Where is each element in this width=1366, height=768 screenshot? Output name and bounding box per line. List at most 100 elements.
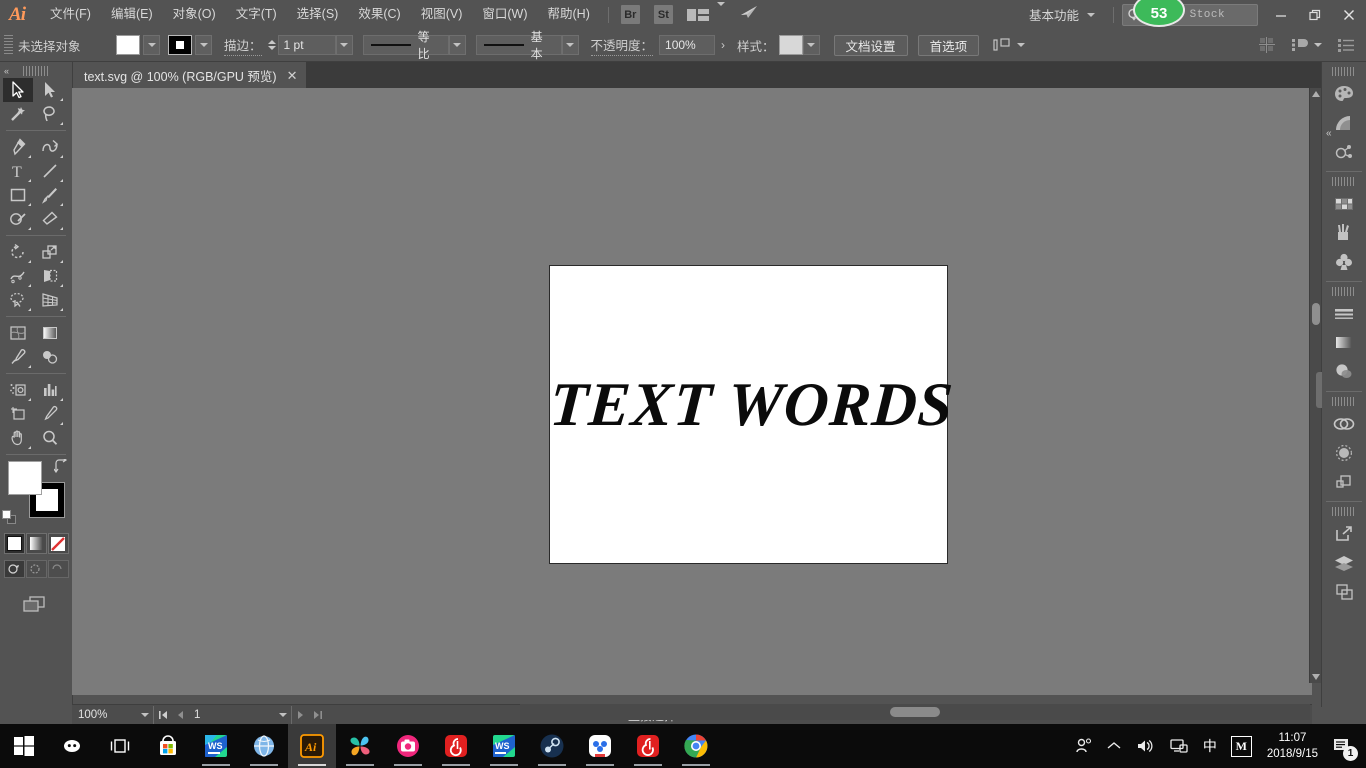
- zoom-level-dropdown[interactable]: [136, 706, 154, 724]
- type-tool[interactable]: T: [3, 159, 33, 183]
- photo-app-taskbar-button[interactable]: [336, 724, 384, 768]
- control-bar-grip[interactable]: [4, 35, 13, 55]
- artboards-panel-icon[interactable]: [1324, 577, 1364, 606]
- align-panel-icon[interactable]: [1324, 467, 1364, 496]
- webstorm-taskbar-button[interactable]: WS: [192, 724, 240, 768]
- artboard-dropdown[interactable]: [274, 706, 292, 724]
- scale-tool[interactable]: [35, 240, 65, 264]
- opacity-label[interactable]: 不透明度：: [590, 35, 654, 56]
- paintbrush-tool[interactable]: [35, 183, 65, 207]
- perspective-grid-tool[interactable]: [35, 288, 65, 312]
- stroke-dropdown[interactable]: [195, 35, 212, 55]
- brush-dropdown[interactable]: [561, 35, 579, 55]
- horizontal-scrollbar[interactable]: [520, 704, 1310, 720]
- menu-view[interactable]: 视图(V): [411, 0, 473, 29]
- paper-plane-icon[interactable]: [739, 4, 759, 25]
- illustrator-taskbar-button[interactable]: Ai: [288, 724, 336, 768]
- next-artboard-icon[interactable]: [292, 706, 309, 724]
- magic-wand-tool[interactable]: [3, 102, 33, 126]
- document-tab[interactable]: text.svg @ 100% (RGB/GPU 预览) ✕: [72, 62, 306, 88]
- menu-type[interactable]: 文字(T): [226, 0, 287, 29]
- cortana-button[interactable]: [48, 724, 96, 768]
- expand-panels-icon[interactable]: «: [1326, 128, 1332, 139]
- symbols-link-panel-icon[interactable]: [1324, 137, 1364, 166]
- style-dropdown[interactable]: [802, 35, 820, 55]
- browser-taskbar-button[interactable]: [240, 724, 288, 768]
- clock[interactable]: 11:07 2018/9/15: [1259, 724, 1326, 768]
- panel-menu-icon[interactable]: [1338, 38, 1354, 52]
- volume-icon[interactable]: [1128, 724, 1162, 768]
- stock-icon[interactable]: St: [653, 5, 673, 24]
- netease-music-taskbar-button[interactable]: [624, 724, 672, 768]
- dock-group-grip-5[interactable]: [1332, 507, 1356, 516]
- menu-select[interactable]: 选择(S): [287, 0, 349, 29]
- stroke-weight-dropdown[interactable]: [335, 35, 353, 55]
- column-graph-tool[interactable]: [35, 378, 65, 402]
- width-tool[interactable]: [3, 264, 33, 288]
- music-app-taskbar-button[interactable]: [432, 724, 480, 768]
- preferences-button[interactable]: 首选项: [917, 34, 980, 56]
- ime-language-icon[interactable]: 中: [1196, 724, 1224, 768]
- eyedropper-tool[interactable]: [3, 345, 33, 369]
- start-button[interactable]: [0, 724, 48, 768]
- previous-artboard-icon[interactable]: [171, 706, 188, 724]
- draw-behind-button[interactable]: [25, 560, 47, 578]
- menu-edit[interactable]: 编辑(E): [101, 0, 163, 29]
- toolbar-fill-swatch[interactable]: [8, 461, 42, 495]
- free-transform-tool[interactable]: [35, 264, 65, 288]
- camera-app-taskbar-button[interactable]: [384, 724, 432, 768]
- symbols-panel-icon[interactable]: [1324, 247, 1364, 276]
- stroke-profile-dropdown[interactable]: [448, 35, 466, 55]
- opacity-expand-icon[interactable]: ›: [721, 38, 725, 52]
- export-panel-icon[interactable]: [1324, 519, 1364, 548]
- menu-effect[interactable]: 效果(C): [348, 0, 410, 29]
- menu-window[interactable]: 窗口(W): [472, 0, 537, 29]
- style-swatch[interactable]: [778, 35, 803, 55]
- restore-button[interactable]: [1298, 0, 1332, 29]
- dock-resize-handle[interactable]: [1316, 372, 1322, 408]
- opacity-value[interactable]: 100%: [659, 35, 716, 55]
- swatches-panel-icon[interactable]: [1324, 189, 1364, 218]
- lasso-tool[interactable]: [35, 102, 65, 126]
- horizontal-scroll-thumb[interactable]: [890, 707, 940, 717]
- menu-object[interactable]: 对象(O): [163, 0, 226, 29]
- baidu-netdisk-taskbar-button[interactable]: [576, 724, 624, 768]
- chrome-taskbar-button[interactable]: [672, 724, 720, 768]
- fill-dropdown[interactable]: [143, 35, 160, 55]
- vertical-scroll-thumb[interactable]: [1312, 303, 1320, 325]
- steam-taskbar-button[interactable]: [528, 724, 576, 768]
- first-artboard-icon[interactable]: [154, 706, 171, 724]
- gradient-tool[interactable]: [35, 321, 65, 345]
- artwork-text[interactable]: TEXT WORDS: [548, 370, 956, 441]
- show-hidden-icons-chevron[interactable]: [1100, 724, 1128, 768]
- dock-group-grip-4[interactable]: [1332, 397, 1356, 406]
- layers-panel-icon[interactable]: [1324, 548, 1364, 577]
- blend-tool[interactable]: [35, 345, 65, 369]
- shaper-tool[interactable]: [3, 207, 33, 231]
- task-view-button[interactable]: [96, 724, 144, 768]
- artboard-tool[interactable]: [3, 402, 33, 426]
- none-mode-button[interactable]: [47, 533, 69, 554]
- tools-panel-grip[interactable]: [23, 66, 49, 76]
- artboard[interactable]: TEXT WORDS: [548, 265, 956, 564]
- bridge-icon[interactable]: Br: [620, 5, 640, 24]
- workspace-switcher[interactable]: 基本功能: [1019, 5, 1105, 24]
- selection-tool[interactable]: [3, 78, 33, 102]
- gradient-panel-icon[interactable]: [1324, 328, 1364, 357]
- curvature-tool[interactable]: [35, 135, 65, 159]
- pen-tool[interactable]: [3, 135, 33, 159]
- appearance-panel-icon[interactable]: [1324, 438, 1364, 467]
- eraser-tool[interactable]: [35, 207, 65, 231]
- stroke-weight-value[interactable]: 1 pt: [277, 35, 336, 55]
- microsoft-store-button[interactable]: [144, 724, 192, 768]
- default-fill-stroke-icon[interactable]: [2, 510, 17, 525]
- close-button[interactable]: [1332, 0, 1366, 29]
- draw-inside-button[interactable]: [47, 560, 69, 578]
- chevron-down-icon[interactable]: [716, 1, 725, 24]
- color-mode-button[interactable]: [3, 533, 25, 554]
- brush-combo[interactable]: 基本: [475, 30, 562, 61]
- direct-selection-tool[interactable]: [35, 78, 65, 102]
- minimize-button[interactable]: [1264, 0, 1298, 29]
- cc-libraries-panel-icon[interactable]: [1324, 409, 1364, 438]
- rectangle-tool[interactable]: [3, 183, 33, 207]
